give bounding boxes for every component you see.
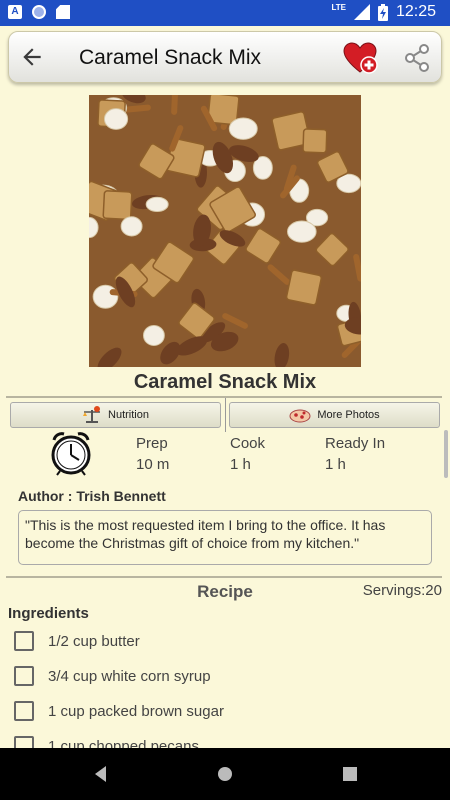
divider <box>6 576 442 578</box>
snack-piece <box>92 284 119 309</box>
ingredient-text: 1/2 cup butter <box>48 632 140 650</box>
nav-back-icon[interactable] <box>90 763 112 785</box>
network-type: LTE <box>331 2 346 12</box>
heart-add-icon[interactable] <box>343 42 379 74</box>
author: Author : Trish Bennett <box>18 488 166 504</box>
tab-separator <box>225 398 226 432</box>
recipe-photo[interactable] <box>89 95 361 367</box>
navigation-bar <box>0 748 450 800</box>
snack-piece <box>228 117 258 140</box>
share-icon[interactable] <box>402 43 432 73</box>
ingredient-row: 1 cup packed brown sugar <box>14 699 224 723</box>
status-bar: A LTE 12:25 <box>0 0 450 26</box>
signal-icon <box>353 4 370 20</box>
ingredient-text: 3/4 cup white corn syrup <box>48 667 211 685</box>
scale-icon <box>83 406 101 423</box>
snack-piece <box>302 128 328 154</box>
recipe-name: Caramel Snack Mix <box>133 371 317 393</box>
nutrition-label: Nutrition <box>108 409 149 421</box>
cook-label: Cook <box>230 435 266 452</box>
nav-home-icon[interactable] <box>214 763 236 785</box>
snack-piece <box>103 108 129 130</box>
scrollbar[interactable] <box>444 430 448 478</box>
nav-recents-icon[interactable] <box>339 763 361 785</box>
description-box: "This is the most requested item I bring… <box>18 510 432 565</box>
more-photos-button[interactable]: More Photos <box>229 402 440 428</box>
snack-mix-image <box>89 95 361 367</box>
ready-in-label: Ready In <box>325 435 386 452</box>
prep-label: Prep <box>136 435 168 452</box>
ingredient-checkbox[interactable] <box>14 701 34 721</box>
snack-piece <box>120 216 143 237</box>
arrow-back-icon[interactable] <box>19 44 45 70</box>
alarm-clock-icon <box>51 432 91 476</box>
ingredient-checkbox[interactable] <box>14 631 34 651</box>
ready-in-value: 1 h <box>325 456 346 473</box>
ingredient-row: 3/4 cup white corn syrup <box>14 664 211 688</box>
nutrition-button[interactable]: Nutrition <box>10 402 221 428</box>
snack-piece <box>287 220 317 243</box>
notification-a-icon: A <box>8 5 22 19</box>
app-bar: Caramel Snack Mix <box>8 31 442 83</box>
snack-piece <box>145 196 169 212</box>
pie-photo-icon <box>289 409 311 423</box>
ingredient-text: 1 cup packed brown sugar <box>48 702 224 720</box>
divider <box>6 396 442 398</box>
sd-card-icon <box>56 5 70 19</box>
ingredient-row: 1/2 cup butter <box>14 629 140 653</box>
battery-charging-icon <box>377 3 388 21</box>
prep-value: 10 m <box>136 456 170 473</box>
more-photos-label: More Photos <box>317 409 380 421</box>
snack-piece <box>102 190 133 221</box>
cook-value: 1 h <box>230 456 251 473</box>
description-text: "This is the most requested item I bring… <box>25 517 386 551</box>
circle-icon <box>32 5 46 19</box>
ingredients-title: Ingredients <box>8 605 89 622</box>
page-title: Caramel Snack Mix <box>79 46 262 69</box>
ingredient-checkbox[interactable] <box>14 666 34 686</box>
servings: Servings:20 <box>362 582 442 599</box>
snack-piece <box>285 269 323 306</box>
snack-piece <box>142 324 165 346</box>
clock-time: 12:25 <box>395 3 436 20</box>
